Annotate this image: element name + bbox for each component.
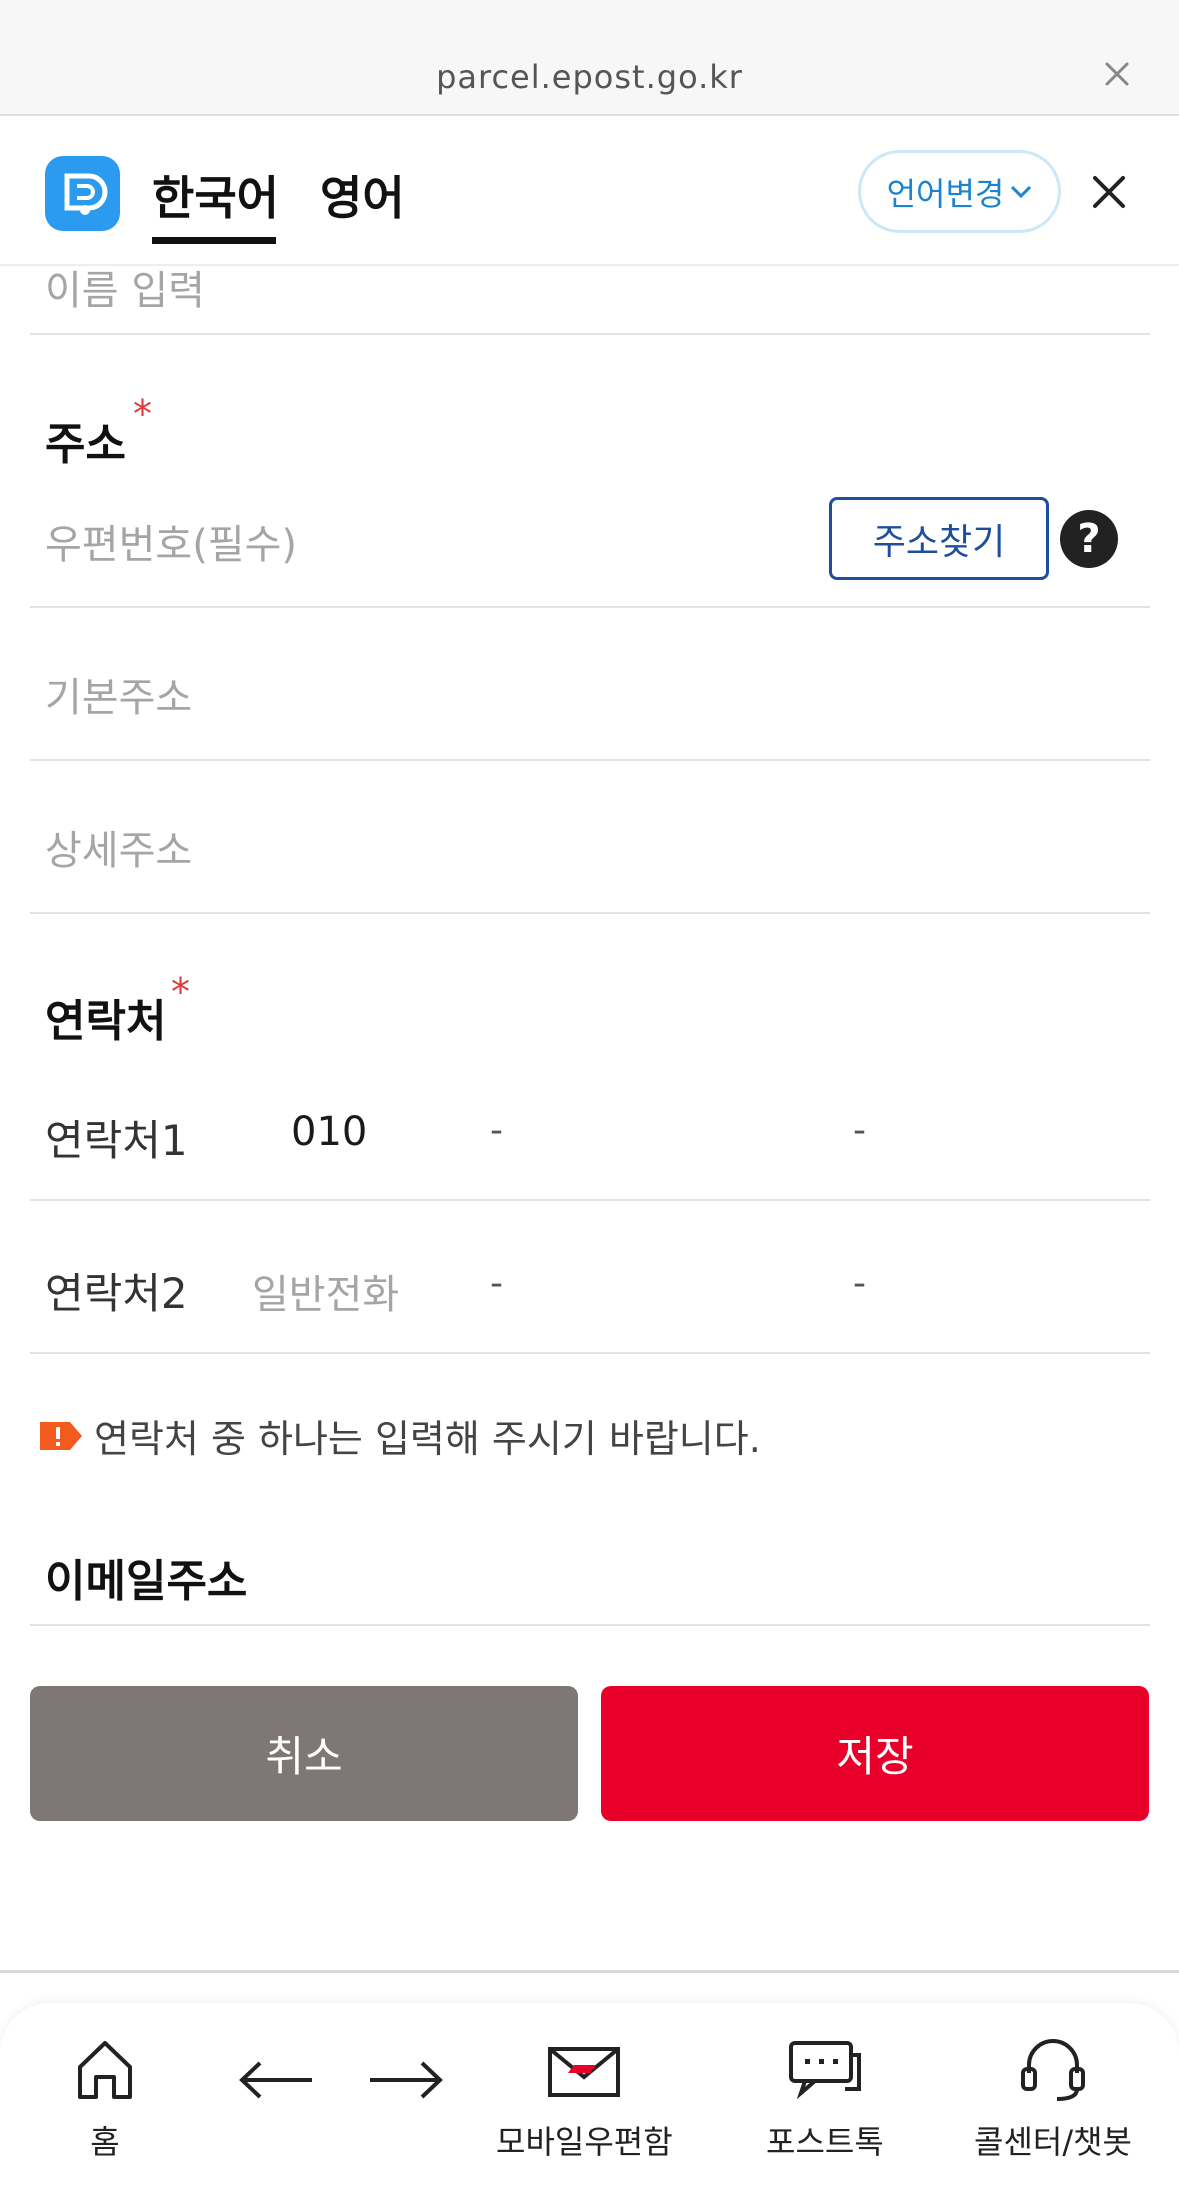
close-icon[interactable] bbox=[1091, 174, 1127, 210]
alert-icon bbox=[40, 1421, 82, 1450]
nav-posttalk-label: 포스트톡 bbox=[766, 2123, 884, 2161]
nav-posttalk[interactable]: 포스트톡 bbox=[766, 2035, 884, 2163]
contact-notice: 연락처 중 하나는 입력해 주시기 바랍니다. bbox=[38, 1408, 761, 1463]
bottom-nav: 홈 모바일우편함 포스트톡 콜센터/챗봇 bbox=[0, 2003, 1179, 2186]
headset-icon bbox=[1020, 2039, 1085, 2101]
contact2-label: 연락처2 bbox=[45, 1269, 188, 1318]
divider bbox=[30, 912, 1150, 914]
nav-home-label: 홈 bbox=[90, 2123, 120, 2161]
app-logo bbox=[45, 156, 120, 231]
separator: - bbox=[490, 1263, 503, 1304]
detail-address-input[interactable]: 상세주소 bbox=[45, 818, 192, 876]
help-button[interactable]: ? bbox=[1060, 510, 1118, 568]
logo-icon bbox=[64, 173, 108, 215]
nav-mobile-mailbox[interactable]: 모바일우편함 bbox=[496, 2035, 673, 2163]
address-label: 주소 bbox=[45, 419, 126, 470]
language-change-button[interactable]: 언어변경 bbox=[858, 150, 1061, 233]
divider bbox=[30, 759, 1150, 761]
back-arrow-icon bbox=[239, 2061, 312, 2099]
email-label: 이메일주소 bbox=[45, 1556, 248, 1607]
address-search-button[interactable]: 주소찾기 bbox=[829, 497, 1049, 580]
separator: - bbox=[853, 1110, 866, 1151]
basic-address-input[interactable]: 기본주소 bbox=[45, 665, 192, 723]
nav-callcenter[interactable]: 콜센터/챗봇 bbox=[974, 2035, 1132, 2163]
close-icon[interactable] bbox=[1099, 56, 1135, 92]
active-tab-indicator bbox=[152, 237, 276, 244]
contact-label: 연락처 bbox=[45, 996, 167, 1047]
contact1-prefix-select[interactable]: 010 bbox=[291, 1109, 367, 1155]
nav-home[interactable]: 홈 bbox=[70, 2035, 140, 2163]
browser-url-bar: parcel.epost.go.kr bbox=[0, 0, 1179, 116]
contact1-label: 연락처1 bbox=[45, 1116, 188, 1165]
divider bbox=[30, 1352, 1150, 1354]
save-button[interactable]: 저장 bbox=[601, 1686, 1149, 1821]
nav-mobile-mailbox-label: 모바일우편함 bbox=[496, 2123, 673, 2161]
url-text[interactable]: parcel.epost.go.kr bbox=[0, 58, 1179, 96]
tab-korean[interactable]: 한국어 bbox=[152, 162, 279, 228]
forward-arrow-icon bbox=[370, 2061, 443, 2099]
contact2-prefix-select[interactable]: 일반전화 bbox=[252, 1262, 399, 1320]
nav-callcenter-label: 콜센터/챗봇 bbox=[974, 2123, 1132, 2161]
postal-code-input[interactable]: 우편번호(필수) bbox=[45, 512, 297, 570]
chat-icon bbox=[788, 2041, 861, 2100]
name-input[interactable]: 이름 입력 bbox=[45, 258, 205, 316]
chevron-down-icon bbox=[1011, 185, 1032, 198]
nav-back[interactable] bbox=[236, 2055, 316, 2105]
bottom-divider bbox=[0, 1970, 1179, 1973]
home-icon bbox=[78, 2041, 132, 2099]
divider bbox=[30, 606, 1150, 608]
nav-forward[interactable] bbox=[366, 2055, 446, 2105]
required-mark: * bbox=[171, 970, 190, 1014]
separator: - bbox=[853, 1263, 866, 1304]
page-header: 한국어 영어 언어변경 bbox=[0, 116, 1179, 266]
contact-notice-text: 연락처 중 하나는 입력해 주시기 바랍니다. bbox=[94, 1417, 761, 1461]
divider bbox=[30, 1624, 1150, 1626]
tab-english[interactable]: 영어 bbox=[320, 162, 405, 228]
separator: - bbox=[490, 1110, 503, 1151]
divider bbox=[30, 1199, 1150, 1201]
cancel-button[interactable]: 취소 bbox=[30, 1686, 578, 1821]
divider bbox=[30, 333, 1150, 335]
mail-icon bbox=[548, 2047, 621, 2097]
required-mark: * bbox=[133, 392, 152, 436]
language-change-label: 언어변경 bbox=[886, 174, 1005, 213]
